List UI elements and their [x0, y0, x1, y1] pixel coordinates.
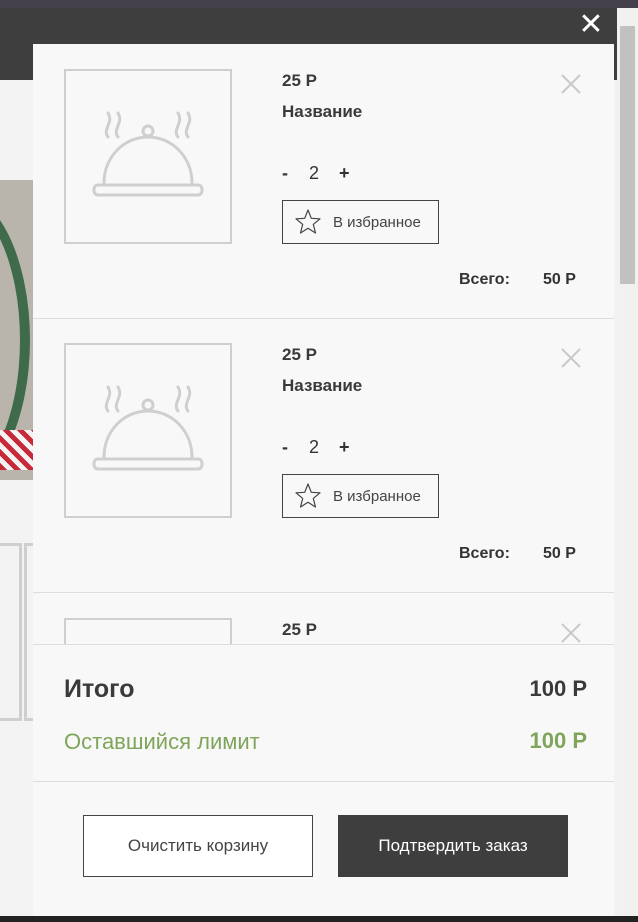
- background-card: [0, 543, 22, 721]
- favorites-label: В избранное: [333, 487, 421, 505]
- remaining-limit-value: 100 Р: [529, 728, 588, 753]
- cart-panel: 25 Р Название - 2 + В избранное Всего: 5…: [33, 44, 614, 916]
- cart-item: 25 Р Название - 2 + В избранное Всего: 5…: [33, 318, 614, 593]
- quantity-value: 2: [308, 163, 319, 183]
- item-price: 25 Р: [282, 71, 317, 90]
- dish-cloche-icon: [92, 111, 204, 197]
- remove-x-icon[interactable]: [560, 73, 582, 95]
- item-price: 25 Р: [282, 620, 317, 639]
- cart-item: 25 Р Название - 2 + В избранное Всего: 5…: [33, 44, 614, 319]
- cart-panel-header: [33, 8, 617, 44]
- remove-x-icon[interactable]: [560, 347, 582, 369]
- clear-cart-button[interactable]: Очистить корзину: [83, 815, 313, 877]
- quantity-decrease-button[interactable]: -: [282, 437, 292, 458]
- background-bottom-bar: [0, 916, 638, 922]
- quantity-decrease-button[interactable]: -: [282, 163, 292, 184]
- scrollbar-thumb[interactable]: [620, 26, 635, 284]
- item-total-label: Всего:: [459, 545, 510, 562]
- star-icon: [295, 483, 321, 508]
- grand-total-value: 100 Р: [529, 676, 588, 701]
- item-name: Название: [282, 102, 363, 121]
- add-to-favorites-button[interactable]: В избранное: [282, 200, 439, 244]
- favorites-label: В избранное: [333, 213, 421, 231]
- product-image-placeholder: [64, 343, 232, 518]
- add-to-favorites-button[interactable]: В избранное: [282, 474, 439, 518]
- remaining-limit-label: Оставшийся лимит: [64, 729, 260, 754]
- quantity-stepper: - 2 +: [282, 437, 350, 458]
- background-top-bar: [0, 0, 638, 8]
- quantity-increase-button[interactable]: +: [339, 437, 350, 458]
- star-icon: [295, 209, 321, 234]
- remove-x-icon[interactable]: [560, 622, 582, 644]
- quantity-increase-button[interactable]: +: [339, 163, 350, 184]
- dish-cloche-icon: [92, 385, 204, 471]
- item-total-label: Всего:: [459, 271, 510, 288]
- quantity-stepper: - 2 +: [282, 163, 350, 184]
- item-total-value: 50 Р: [543, 545, 576, 562]
- scrollbar[interactable]: [617, 8, 638, 916]
- close-icon[interactable]: ✕: [575, 10, 607, 42]
- item-price: 25 Р: [282, 345, 317, 364]
- confirm-order-button[interactable]: Подтвердить заказ: [338, 815, 568, 877]
- product-image-placeholder: [64, 69, 232, 244]
- grand-total-label: Итого: [64, 675, 135, 703]
- quantity-value: 2: [308, 437, 319, 457]
- item-total-value: 50 Р: [543, 271, 576, 288]
- cart-summary: Итого 100 Р Оставшийся лимит 100 Р Очист…: [33, 644, 614, 916]
- item-name: Название: [282, 376, 363, 395]
- divider: [33, 781, 614, 782]
